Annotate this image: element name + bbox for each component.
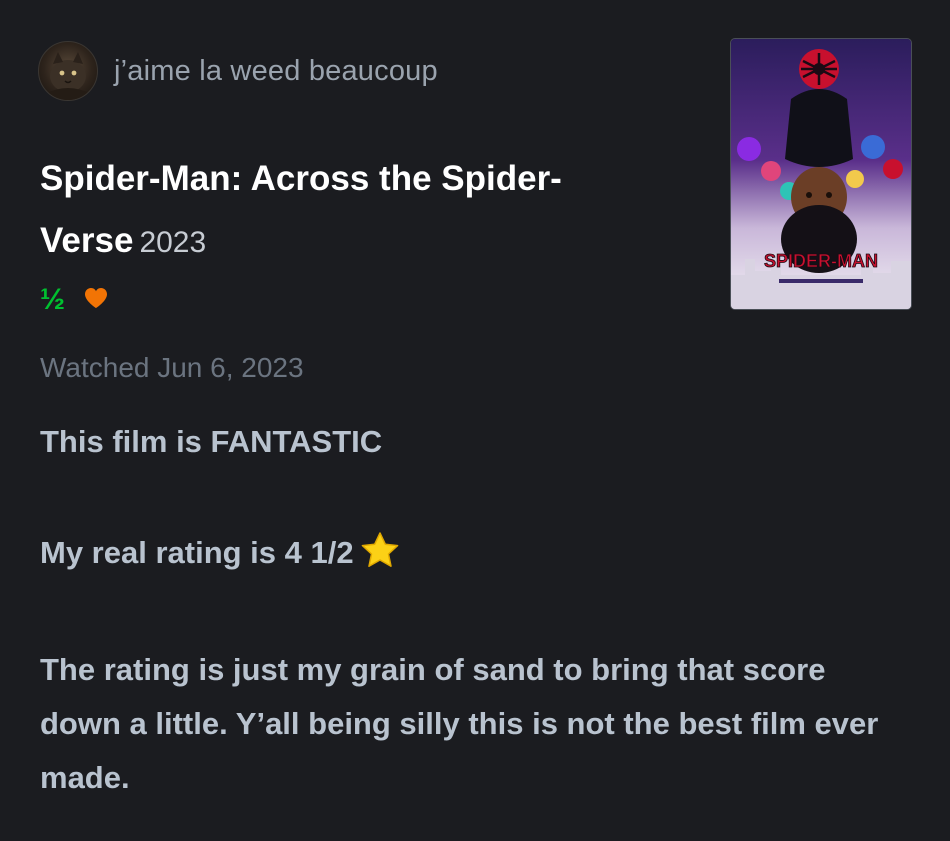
review-card: j’aime la weed beaucoup Spider-Man: Acro… (0, 0, 950, 841)
heart-icon (83, 286, 109, 315)
review-paragraph: The rating is just my grain of sand to b… (40, 652, 879, 795)
author-row[interactable]: j’aime la weed beaucoup (38, 40, 438, 102)
rating-row: ½ (40, 280, 109, 320)
rating-stars: ½ (40, 283, 66, 316)
username[interactable]: j’aime la weed beaucoup (114, 55, 438, 88)
film-title-text[interactable]: Spider-Man: Across the Spider-Verse (40, 159, 562, 260)
review-paragraph-text: My real rating is 4 1/2 (40, 535, 354, 570)
film-poster[interactable]: SPIDER-MAN (730, 38, 912, 310)
poster-wordmark: SPIDER-MAN (764, 251, 878, 271)
review-body: This film is FANTASTIC My real rating is… (40, 415, 900, 805)
avatar[interactable] (38, 41, 98, 101)
review-paragraph: My real rating is 4 1/2 (40, 526, 900, 586)
film-year[interactable]: 2023 (139, 226, 206, 259)
film-title[interactable]: Spider-Man: Across the Spider-Verse 2023 (40, 148, 720, 274)
review-paragraph: This film is FANTASTIC (40, 424, 383, 459)
star-icon (360, 531, 400, 586)
watched-date: Watched Jun 6, 2023 (40, 352, 304, 383)
